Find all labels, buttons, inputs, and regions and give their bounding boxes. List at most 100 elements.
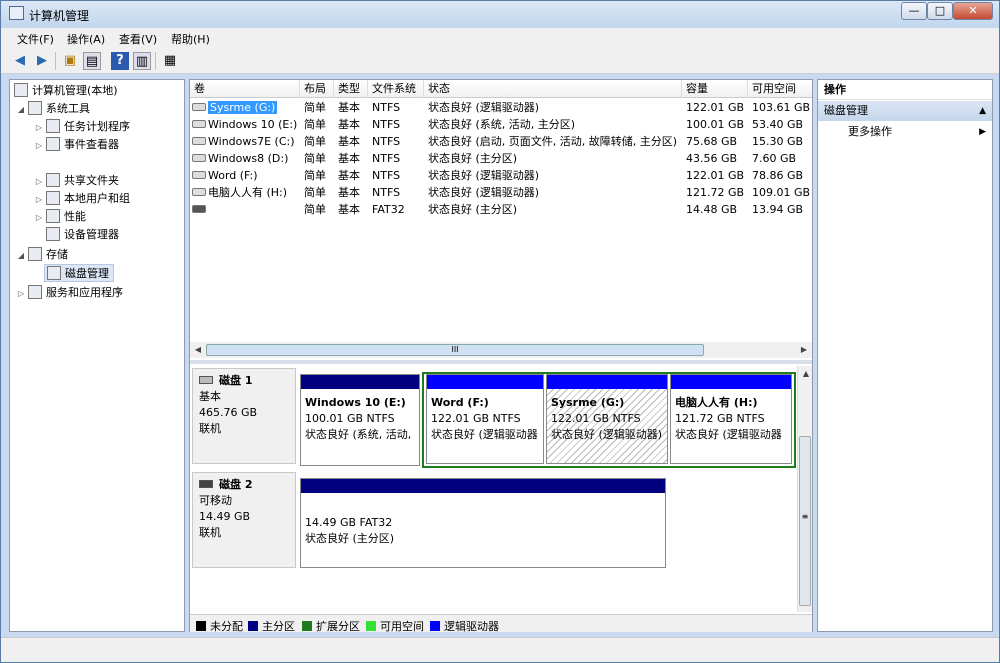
volume-name: Windows7E (C:): [208, 135, 295, 148]
more-actions-item[interactable]: 更多操作 ▶: [818, 122, 992, 142]
tree-item-services-apps[interactable]: ▷ 服务和应用程序: [16, 284, 123, 302]
free-space-cell: 109.01 GB: [752, 186, 811, 199]
close-button[interactable]: ✕: [953, 2, 993, 20]
partition-size: 100.01 GB NTFS: [305, 412, 395, 425]
minimize-button[interactable]: —: [901, 2, 927, 20]
tree-item-local-users[interactable]: ▷ 本地用户和组: [34, 190, 130, 208]
tree-item-storage[interactable]: ◢ 存储: [16, 246, 68, 264]
tree-item-root[interactable]: 计算机管理(本地): [12, 82, 118, 100]
back-icon[interactable]: ◀: [11, 52, 29, 70]
tree-item-event-viewer[interactable]: ▷ 事件查看器: [34, 136, 119, 154]
horizontal-scrollbar[interactable]: ◀ III ▶: [190, 342, 812, 358]
show-hide-tree-icon[interactable]: ▤: [83, 52, 101, 70]
filesystem-cell: NTFS: [372, 101, 401, 114]
column-header-volume[interactable]: 卷: [190, 80, 300, 98]
volume-row[interactable]: Sysrme (G:) 简单 基本 NTFS 状态良好 (逻辑驱动器) 122.…: [190, 99, 812, 116]
disk-graphical-view: 磁盘 1 基本 465.76 GB 联机 Windows 10 (E:) 100…: [190, 366, 796, 612]
tree-item-performance[interactable]: ▷ 性能: [34, 208, 86, 226]
column-header-capacity[interactable]: 容量: [682, 80, 748, 98]
type-cell: 基本: [338, 169, 360, 182]
actions-header: 操作: [818, 80, 992, 100]
pane-splitter[interactable]: [190, 360, 812, 364]
actions-section-disk-management[interactable]: 磁盘管理 ▲: [818, 101, 992, 121]
unallocated-swatch: [196, 621, 206, 631]
partition-word[interactable]: Word (F:) 122.01 GB NTFS 状态良好 (逻辑驱动器: [426, 374, 544, 464]
disk-2-info[interactable]: 磁盘 2 可移动 14.49 GB 联机: [192, 472, 296, 568]
properties-icon[interactable]: ▥: [133, 52, 151, 70]
tree-item-system-tools[interactable]: ◢ 系统工具: [16, 100, 90, 118]
tree-item-device-manager[interactable]: 设备管理器: [44, 226, 119, 244]
vertical-scrollbar[interactable]: ▲ ≡: [797, 366, 812, 612]
partition-windows10[interactable]: Windows 10 (E:) 100.01 GB NTFS 状态良好 (系统,…: [300, 374, 420, 466]
up-folder-icon[interactable]: ▣: [61, 52, 79, 70]
forward-icon[interactable]: ▶: [33, 52, 51, 70]
computer-icon: [14, 83, 28, 97]
export-icon[interactable]: ▦: [161, 52, 179, 70]
tree-item-task-scheduler[interactable]: ▷ 任务计划程序: [34, 118, 130, 136]
expand-icon[interactable]: ▷: [34, 173, 44, 191]
partition-dnrry[interactable]: 电脑人人有 (H:) 121.72 GB NTFS 状态良好 (逻辑驱动器: [670, 374, 792, 464]
menu-action[interactable]: 操作(A): [67, 31, 105, 47]
expand-icon[interactable]: ▷: [16, 285, 26, 303]
capacity-cell: 100.01 GB: [686, 118, 745, 131]
partition-name: Word (F:): [431, 396, 489, 409]
scroll-thumb[interactable]: ≡: [799, 436, 811, 606]
collapse-icon[interactable]: ◢: [16, 247, 26, 265]
primary-partition-bar: [301, 479, 665, 493]
partition-sysrme-selected[interactable]: Sysrme (G:) 122.01 GB NTFS 状态良好 (逻辑驱动器): [546, 374, 668, 464]
collapse-icon[interactable]: ◢: [16, 101, 26, 119]
disk-state: 联机: [199, 422, 221, 435]
disk-state: 联机: [199, 526, 221, 539]
toolbar-separator: [155, 52, 156, 70]
type-cell: 基本: [338, 152, 360, 165]
submenu-arrow-icon: ▶: [979, 127, 986, 137]
maximize-button[interactable]: □: [927, 2, 953, 20]
column-header-filesystem[interactable]: 文件系统: [368, 80, 424, 98]
volume-row[interactable]: Word (F:) 简单 基本 NTFS 状态良好 (逻辑驱动器) 122.01…: [190, 167, 812, 184]
type-cell: 基本: [338, 118, 360, 131]
layout-cell: 简单: [304, 186, 326, 199]
center-pane: 卷 布局 类型 文件系统 状态 容量 可用空间 Sysrme (G:) 简单 基…: [189, 79, 813, 634]
expand-icon[interactable]: ▷: [34, 191, 44, 209]
volume-row[interactable]: Windows8 (D:) 简单 基本 NTFS 状态良好 (主分区) 43.5…: [190, 150, 812, 167]
title-bar: 计算机管理 — □ ✕: [1, 1, 999, 27]
navigation-tree: 计算机管理(本地) ◢ 系统工具 ▷ 任务计划程序 ▷ 事件查看器 ▷ 共享文件夹 ▷ 本…: [9, 79, 185, 632]
menu-file[interactable]: 文件(F): [17, 31, 54, 47]
volume-row[interactable]: Windows 10 (E:) 简单 基本 NTFS 状态良好 (系统, 活动,…: [190, 116, 812, 133]
legend-item: 主分区: [248, 618, 295, 634]
column-header-free-space[interactable]: 可用空间: [748, 80, 812, 98]
column-header-layout[interactable]: 布局: [300, 80, 334, 98]
help-icon[interactable]: ?: [111, 52, 129, 70]
menu-help[interactable]: 帮助(H): [171, 31, 210, 47]
primary-swatch: [248, 621, 258, 631]
tree-item-disk-management[interactable]: 磁盘管理: [44, 264, 114, 282]
expand-icon[interactable]: ▷: [34, 137, 44, 155]
scroll-right-icon[interactable]: ▶: [796, 342, 812, 358]
volume-row[interactable]: 简单 基本 FAT32 状态良好 (主分区) 14.48 GB 13.94 GB: [190, 201, 812, 218]
partition-removable[interactable]: 14.49 GB FAT32 状态良好 (主分区): [300, 478, 666, 568]
disk-1-info[interactable]: 磁盘 1 基本 465.76 GB 联机: [192, 368, 296, 464]
scroll-thumb[interactable]: III: [206, 344, 704, 356]
column-header-status[interactable]: 状态: [424, 80, 682, 98]
free-space-cell: 13.94 GB: [752, 203, 804, 216]
expand-icon[interactable]: ▷: [34, 119, 44, 137]
scroll-left-icon[interactable]: ◀: [190, 342, 206, 358]
column-header-type[interactable]: 类型: [334, 80, 368, 98]
volume-row[interactable]: 电脑人人有 (H:) 简单 基本 NTFS 状态良好 (逻辑驱动器) 121.7…: [190, 184, 812, 201]
volume-row[interactable]: Windows7E (C:) 简单 基本 NTFS 状态良好 (启动, 页面文件…: [190, 133, 812, 150]
scroll-up-icon[interactable]: ▲: [798, 366, 814, 382]
partition-status: 状态良好 (逻辑驱动器: [431, 428, 538, 441]
capacity-cell: 14.48 GB: [686, 203, 738, 216]
storage-icon: [28, 247, 42, 261]
disk-size: 14.49 GB: [199, 510, 251, 523]
legend-item: 未分配: [196, 618, 243, 634]
tree-item-shared-folders[interactable]: ▷ 共享文件夹: [34, 172, 119, 190]
status-cell: 状态良好 (主分区): [428, 152, 518, 165]
collapse-icon[interactable]: ▲: [979, 101, 986, 121]
disk-name: 磁盘 2: [219, 478, 253, 491]
menu-view[interactable]: 查看(V): [119, 31, 157, 47]
free-space-cell: 78.86 GB: [752, 169, 804, 182]
capacity-cell: 121.72 GB: [686, 186, 745, 199]
expand-icon[interactable]: ▷: [34, 209, 44, 227]
status-cell: 状态良好 (逻辑驱动器): [428, 186, 540, 199]
